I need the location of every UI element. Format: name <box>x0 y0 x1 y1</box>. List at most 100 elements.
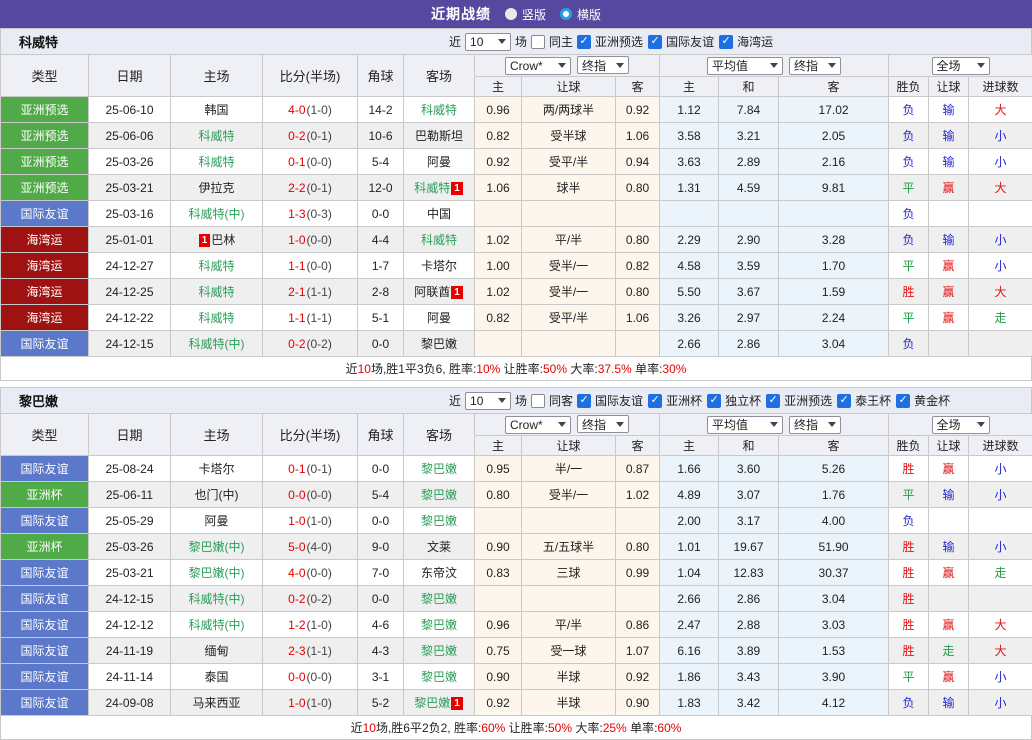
score: 1-3(0-3) <box>263 201 358 227</box>
handicap-home-odds: 1.06 <box>475 175 522 201</box>
handicap-away-odds: 0.90 <box>616 690 660 716</box>
home-team-name: 卡塔尔 <box>198 462 234 476</box>
scope-select[interactable]: 全场 <box>932 57 990 75</box>
away-team: 黎巴嫩 <box>404 331 475 357</box>
competition-checkbox[interactable]: ✓ <box>707 394 721 408</box>
home-team-name: 科威特(中) <box>189 207 245 221</box>
average-home-odds: 4.89 <box>660 482 719 508</box>
bookmaker-select[interactable]: Crow* <box>505 57 571 75</box>
red-card-badge: 1 <box>451 286 463 299</box>
table-row: 海湾运25-01-011巴林1-0(0-0)4-4科威特1.02平/半0.802… <box>1 227 1032 253</box>
home-team: 黎巴嫩(中) <box>171 560 263 586</box>
away-team: 黎巴嫩 <box>404 638 475 664</box>
half-time-score: (0-2) <box>307 337 332 351</box>
summary-segment: 60% <box>657 721 681 735</box>
scope-select[interactable]: 全场 <box>932 416 990 434</box>
average-draw-odds: 2.88 <box>719 612 779 638</box>
half-time-score: (0-3) <box>307 207 332 221</box>
half-time-score: (0-0) <box>307 566 332 580</box>
handicap-home-odds: 0.75 <box>475 638 522 664</box>
competition-type: 亚洲预选 <box>1 149 89 175</box>
summary-segment: 25% <box>603 721 627 735</box>
average-home-odds: 6.16 <box>660 638 719 664</box>
average-draw-odds: 3.07 <box>719 482 779 508</box>
home-team-name: 科威特 <box>198 285 234 299</box>
match-date: 24-09-08 <box>89 690 171 716</box>
odds-stage-select[interactable]: 终指 <box>577 415 629 433</box>
handicap-home-odds: 0.96 <box>475 612 522 638</box>
competition-checkbox[interactable]: ✓ <box>577 35 591 49</box>
result-handicap: 赢 <box>929 560 969 586</box>
average-home-odds: 2.66 <box>660 331 719 357</box>
same-venue-checkbox[interactable] <box>531 394 545 408</box>
average-home-odds: 1.31 <box>660 175 719 201</box>
match-count-select[interactable]: 10 <box>465 33 511 51</box>
result-handicap: 输 <box>929 534 969 560</box>
competition-checkbox[interactable]: ✓ <box>766 394 780 408</box>
match-date: 25-03-26 <box>89 149 171 175</box>
away-team-name: 中国 <box>427 207 451 221</box>
layout-radio-vertical[interactable]: 竖版 <box>505 6 546 23</box>
competition-checkbox[interactable]: ✓ <box>719 35 733 49</box>
match-date: 24-12-25 <box>89 279 171 305</box>
odds-stage-select[interactable]: 终指 <box>577 56 629 74</box>
match-date: 25-06-11 <box>89 482 171 508</box>
average-stage-select[interactable]: 终指 <box>789 416 841 434</box>
same-venue-checkbox[interactable] <box>531 35 545 49</box>
score: 1-0(1-0) <box>263 508 358 534</box>
average-draw-odds: 2.90 <box>719 227 779 253</box>
games-label: 场 <box>515 33 527 50</box>
corner-count: 0-0 <box>358 201 404 227</box>
result-win-draw-loss: 负 <box>889 97 929 123</box>
competition-checkbox[interactable]: ✓ <box>577 394 591 408</box>
bookmaker-select[interactable]: Crow* <box>505 416 571 434</box>
sub-column-header: 主 <box>660 436 719 456</box>
handicap-line <box>522 586 616 612</box>
home-team-name: 泰国 <box>204 670 228 684</box>
average-away-odds: 51.90 <box>779 534 889 560</box>
result-handicap: 输 <box>929 149 969 175</box>
handicap-home-odds: 0.80 <box>475 482 522 508</box>
result-win-draw-loss: 胜 <box>889 534 929 560</box>
home-team-name: 黎巴嫩(中) <box>189 540 245 554</box>
competition-label: 国际友谊 <box>666 33 714 50</box>
result-goals-over-under <box>969 331 1032 357</box>
away-team-name: 科威特 <box>414 181 450 195</box>
match-count-select[interactable]: 10 <box>465 392 511 410</box>
average-home-odds: 2.66 <box>660 586 719 612</box>
average-draw-odds: 2.97 <box>719 305 779 331</box>
home-team: 也门(中) <box>171 482 263 508</box>
table-row: 国际友谊25-03-16科威特(中)1-3(0-3)0-0中国负 <box>1 201 1032 227</box>
corner-count: 4-3 <box>358 638 404 664</box>
competition-checkbox[interactable]: ✓ <box>837 394 851 408</box>
result-win-draw-loss: 胜 <box>889 638 929 664</box>
average-select[interactable]: 平均值 <box>707 416 783 434</box>
competition-label: 亚洲预选 <box>595 33 643 50</box>
result-handicap: 输 <box>929 482 969 508</box>
average-stage-select[interactable]: 终指 <box>789 57 841 75</box>
red-card-badge: 1 <box>199 234 211 247</box>
chevron-down-icon <box>977 63 985 68</box>
table-row: 亚洲预选25-03-26科威特0-1(0-0)5-4阿曼0.92受平/半0.94… <box>1 149 1032 175</box>
average-away-odds: 3.03 <box>779 612 889 638</box>
competition-checkbox[interactable]: ✓ <box>648 35 662 49</box>
result-handicap: 输 <box>929 690 969 716</box>
half-time-score: (0-1) <box>307 181 332 195</box>
full-time-score: 1-0 <box>288 696 305 710</box>
layout-radio-horizontal[interactable]: 横版 <box>560 6 601 23</box>
average-home-odds <box>660 201 719 227</box>
full-time-score: 0-2 <box>288 337 305 351</box>
result-win-draw-loss: 平 <box>889 664 929 690</box>
score: 1-2(1-0) <box>263 612 358 638</box>
competition-checkbox[interactable]: ✓ <box>896 394 910 408</box>
result-handicap: 赢 <box>929 175 969 201</box>
same-venue-label: 同客 <box>549 392 573 409</box>
result-handicap: 输 <box>929 97 969 123</box>
average-select[interactable]: 平均值 <box>707 57 783 75</box>
sub-column-header: 主 <box>475 436 522 456</box>
score: 0-2(0-2) <box>263 586 358 612</box>
handicap-away-odds: 0.80 <box>616 279 660 305</box>
away-team-name: 黎巴嫩 <box>421 488 457 502</box>
competition-checkbox[interactable]: ✓ <box>648 394 662 408</box>
home-team-name: 阿曼 <box>204 514 228 528</box>
